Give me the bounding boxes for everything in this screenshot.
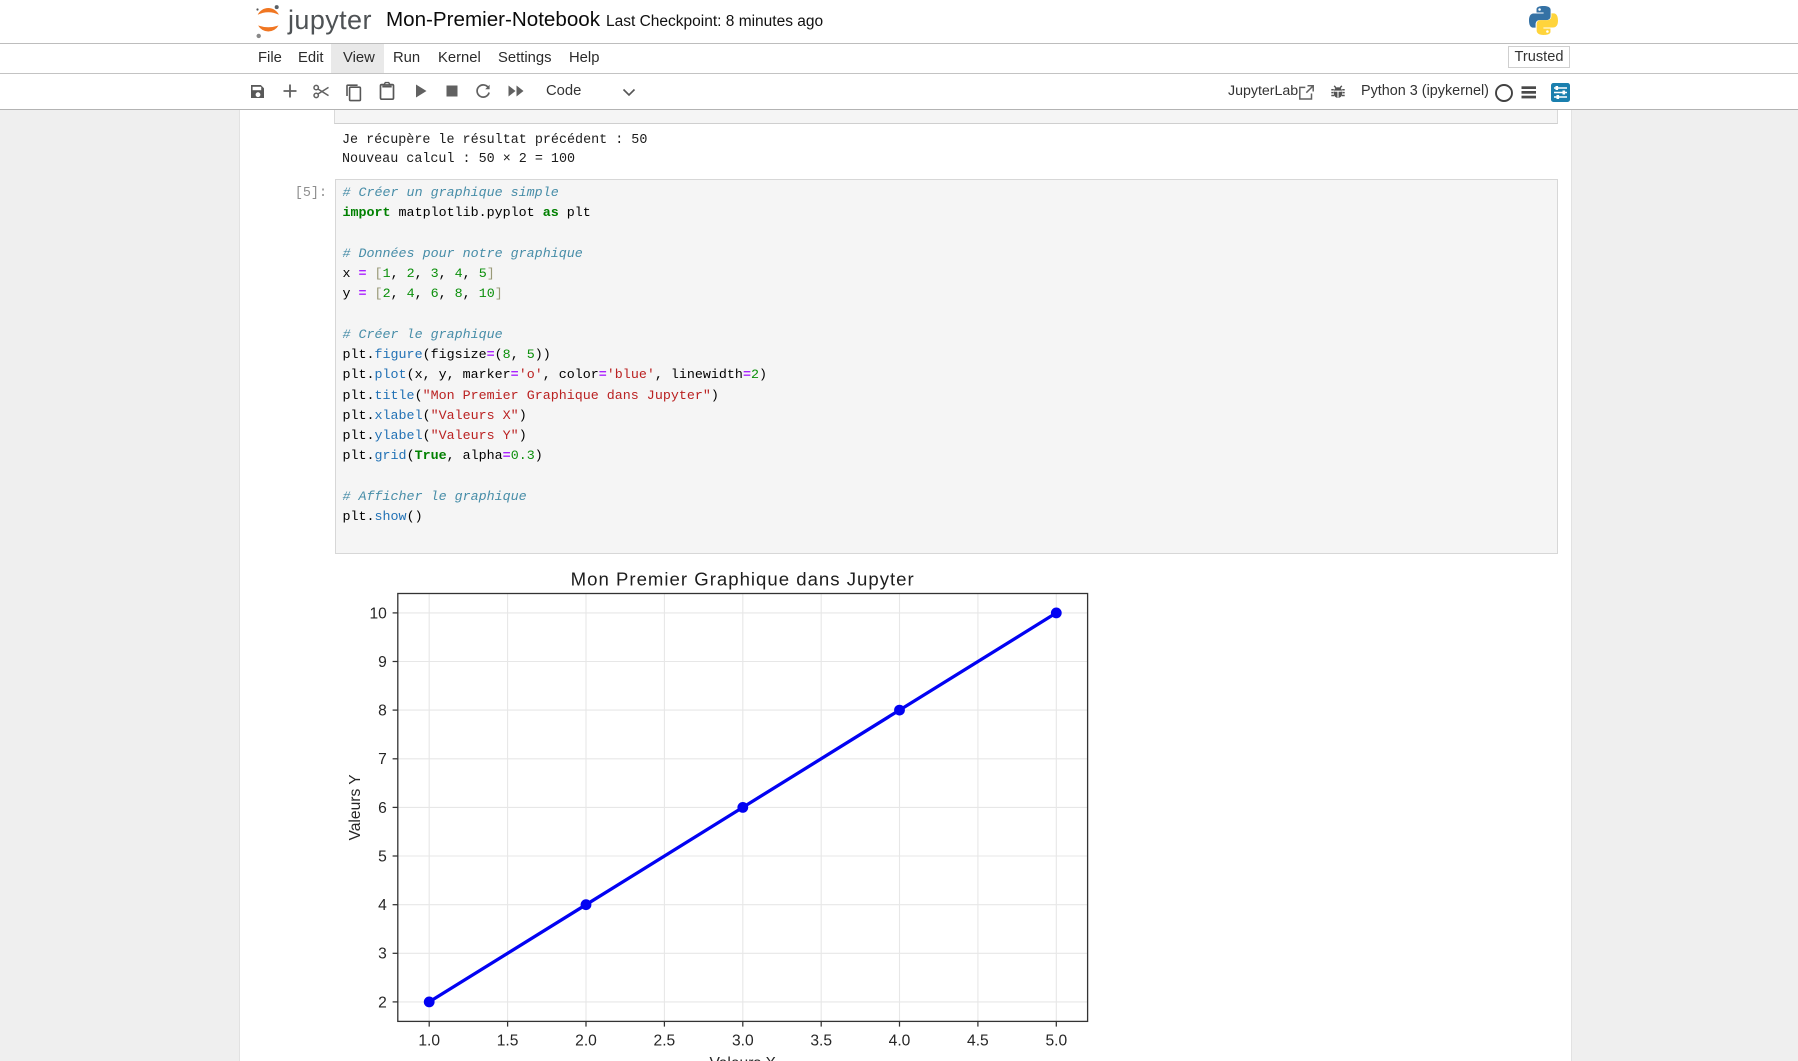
svg-text:4: 4 bbox=[378, 897, 387, 914]
svg-text:Mon Premier Graphique dans Jup: Mon Premier Graphique dans Jupyter bbox=[571, 569, 915, 590]
svg-text:5: 5 bbox=[378, 848, 387, 865]
svg-text:3: 3 bbox=[378, 946, 387, 963]
svg-text:7: 7 bbox=[378, 751, 387, 768]
svg-text:4.5: 4.5 bbox=[967, 1033, 989, 1050]
svg-text:9: 9 bbox=[378, 654, 387, 671]
svg-text:8: 8 bbox=[378, 703, 387, 720]
svg-text:Valeurs X: Valeurs X bbox=[709, 1055, 776, 1061]
svg-text:2.0: 2.0 bbox=[575, 1033, 597, 1050]
svg-text:10: 10 bbox=[369, 605, 387, 622]
svg-text:2: 2 bbox=[378, 994, 387, 1011]
svg-text:2.5: 2.5 bbox=[654, 1033, 676, 1050]
svg-text:3.0: 3.0 bbox=[732, 1033, 754, 1050]
svg-text:6: 6 bbox=[378, 800, 387, 817]
svg-text:1.0: 1.0 bbox=[418, 1033, 440, 1050]
svg-text:4.0: 4.0 bbox=[889, 1033, 911, 1050]
svg-text:3.5: 3.5 bbox=[810, 1033, 832, 1050]
svg-text:Valeurs Y: Valeurs Y bbox=[347, 774, 364, 841]
svg-text:1.5: 1.5 bbox=[497, 1033, 519, 1050]
svg-text:5.0: 5.0 bbox=[1045, 1033, 1067, 1050]
